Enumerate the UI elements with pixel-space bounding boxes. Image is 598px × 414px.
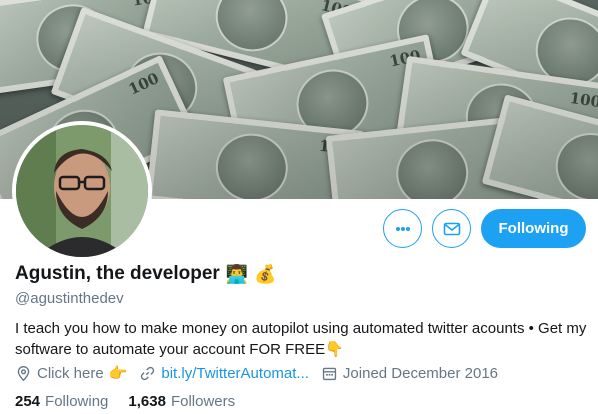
location-text: Click here <box>37 364 104 382</box>
following-label: Following <box>45 393 109 410</box>
followers-label: Followers <box>170 393 236 410</box>
technologist-emoji: 👨‍💻 <box>225 264 249 284</box>
more-dots-icon <box>395 226 410 231</box>
more-button[interactable] <box>383 209 422 248</box>
following-stat[interactable]: 254 Following <box>15 393 108 410</box>
display-name: Agustin, the developer <box>15 263 220 284</box>
envelope-icon <box>443 222 460 235</box>
profile-meta: Click here 👉 bit.ly/TwitterAutomat... Jo… <box>15 364 510 382</box>
link-icon <box>141 366 155 380</box>
profile-bio: I teach you how to make money on autopil… <box>15 320 587 358</box>
following-count: 254 <box>15 393 41 410</box>
calendar-icon <box>322 367 337 380</box>
joined-date: Joined December 2016 <box>342 364 499 382</box>
location-item: Click here 👉 <box>15 364 127 382</box>
followers-stat[interactable]: 1,638 Followers <box>128 393 235 410</box>
following-button[interactable]: Following <box>481 209 586 248</box>
user-handle: @agustinthedev <box>15 290 124 307</box>
avatar-photo <box>16 125 148 257</box>
followers-count: 1,638 <box>128 393 166 410</box>
profile-stats: 254 Following 1,638 Followers <box>15 393 255 410</box>
pointing-right-emoji: 👉 <box>108 365 128 382</box>
location-pin-icon <box>17 365 30 381</box>
avatar[interactable] <box>12 121 152 261</box>
website-item[interactable]: bit.ly/TwitterAutomat... <box>139 365 309 382</box>
message-button[interactable] <box>432 209 471 248</box>
name-row: Agustin, the developer 👨‍💻 💰 <box>15 263 277 285</box>
joined-item: Joined December 2016 <box>321 365 498 382</box>
money-bag-emoji: 💰 <box>254 264 277 284</box>
website-link[interactable]: bit.ly/TwitterAutomat... <box>161 365 309 382</box>
